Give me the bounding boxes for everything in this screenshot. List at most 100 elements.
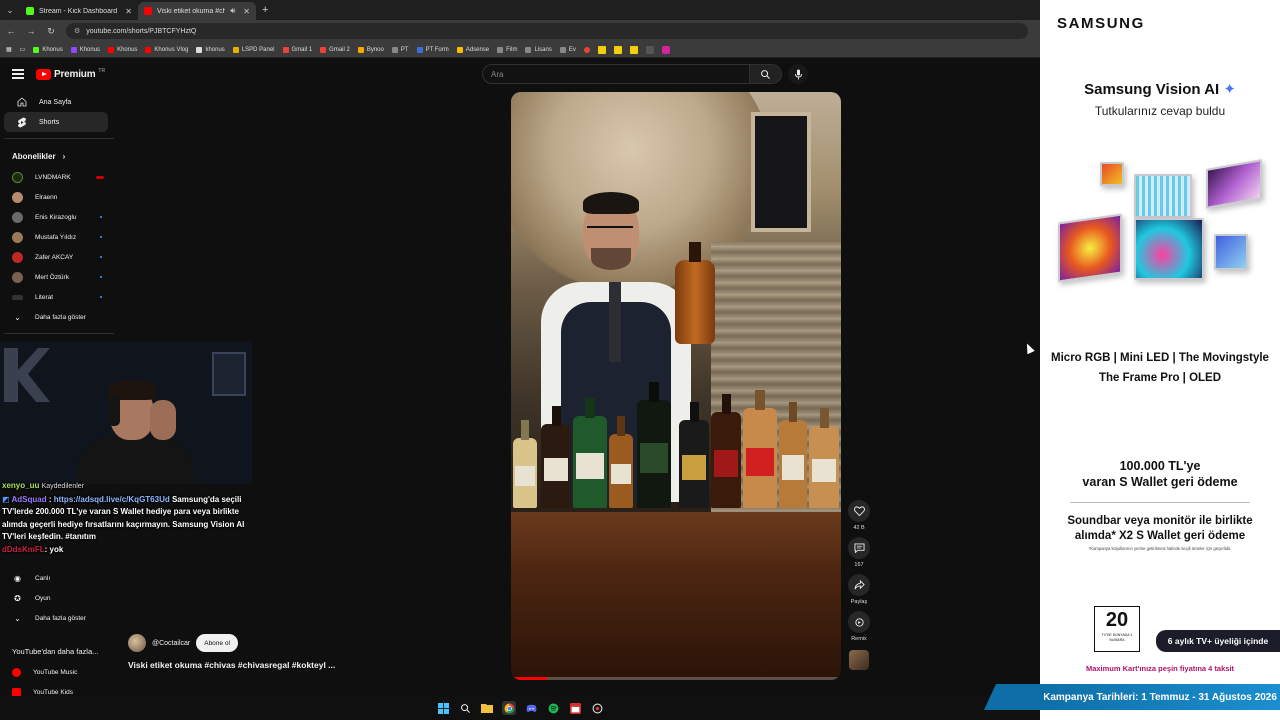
tab-youtube-short[interactable]: Viski etiket okuma #chivas 🔊︎ ✕ (138, 2, 256, 20)
address-bar-row: ← → ↻ ⚙ youtube.com/shorts/PJBTCFYHztQ (0, 20, 1040, 42)
discord-icon[interactable] (524, 701, 538, 715)
bookmark-s-icon[interactable] (597, 45, 606, 54)
bookmark-s-icon[interactable] (613, 45, 622, 54)
bookmark-item[interactable]: Gmail 1 (282, 46, 312, 53)
subscribe-button[interactable]: Abone ol (196, 634, 238, 652)
share-button[interactable] (848, 574, 870, 596)
close-tab-icon[interactable]: ✕ (243, 7, 250, 16)
subscription-item[interactable]: Literat (0, 287, 108, 307)
channel-avatar (12, 294, 23, 300)
bookmark-item[interactable]: Film (497, 46, 517, 53)
ad-offer2-line1: Soundbar veya monitör ile birlikte (1067, 515, 1253, 527)
divider (4, 333, 114, 334)
short-title[interactable]: Viski etiket okuma #chivas #chivasregal … (128, 660, 335, 670)
audio-thumbnail[interactable] (849, 650, 869, 670)
bookmark-item[interactable]: Ev (559, 46, 576, 53)
subscription-item[interactable]: Enis Kirazoglu (0, 207, 108, 227)
video-tie (609, 282, 621, 362)
close-tab-icon[interactable]: ✕ (125, 7, 132, 16)
tab-kick-dashboard[interactable]: Stream - Kick Dashboard ✕ (20, 2, 138, 20)
apps-icon[interactable]: ▦ (6, 46, 12, 53)
sidebar-item-games[interactable]: ✪ Oyun (0, 588, 108, 608)
bookmark-item[interactable]: LSPD Panel (232, 46, 275, 53)
bookmark-item[interactable]: Khonus Vlog (145, 46, 188, 53)
instagram-icon[interactable] (661, 45, 670, 54)
calendar-app-icon[interactable] (568, 701, 582, 715)
video-progress-bar[interactable] (511, 677, 841, 680)
subscription-item[interactable]: Mustafa Yıldız (0, 227, 108, 247)
bookmark-item[interactable]: Khonus (108, 46, 137, 53)
menu-icon[interactable] (12, 67, 24, 82)
microphone-icon (794, 69, 802, 79)
video-bottle (711, 412, 741, 508)
chat-text: : yok (44, 544, 64, 554)
youtube-premium-logo[interactable]: Premium TR (36, 68, 105, 80)
subscriptions-header[interactable]: Abonelikler › (0, 145, 118, 167)
bookmark-item[interactable]: Khonus (70, 46, 100, 53)
bookmark-film-icon[interactable] (645, 45, 654, 54)
search-button[interactable] (750, 64, 782, 84)
url-field[interactable]: ⚙ youtube.com/shorts/PJBTCFYHztQ (66, 23, 1028, 39)
bookmark-pin-icon[interactable] (583, 46, 590, 53)
site-info-icon[interactable]: ⚙ (74, 27, 80, 35)
bookmark-folder-icon[interactable]: ▭ (20, 46, 26, 53)
subscription-item[interactable]: Zafer AKCAY (0, 247, 108, 267)
chat-link[interactable]: https://adsqd.live/c/KqGT63Ud (54, 495, 170, 504)
chevron-down-icon: ⌄ (14, 312, 21, 322)
bookmark-item[interactable]: Gmail 2 (320, 46, 350, 53)
chrome-icon[interactable] (502, 701, 516, 715)
subscription-item[interactable]: LVNDMARK (0, 167, 108, 187)
sidebar-item-youtube-music[interactable]: YouTube Music (0, 662, 108, 682)
youtube-icon (144, 7, 152, 15)
chat-message: ◩ AdSquad : https://adsqd.live/c/KqGT63U… (2, 494, 245, 542)
new-tab-button[interactable]: + (262, 4, 268, 16)
bookmark-item[interactable]: Khonus (33, 46, 63, 53)
channel-name[interactable]: @Coctailcar (152, 640, 190, 647)
mouse-cursor-icon (1023, 341, 1035, 355)
sidebar-item-live[interactable]: ◉ Canlı (0, 568, 108, 588)
comment-button[interactable] (848, 537, 870, 559)
subscription-item[interactable]: Elraenn (0, 187, 108, 207)
windows-taskbar (0, 696, 1040, 720)
spotify-icon[interactable] (546, 701, 560, 715)
tv-image (1134, 174, 1192, 218)
file-explorer-icon[interactable] (480, 701, 494, 715)
back-icon[interactable]: ← (6, 26, 16, 36)
subscription-item[interactable]: Mert Öztürk (0, 267, 108, 287)
bookmark-item[interactable]: Adsense (456, 46, 489, 53)
channel-avatar (12, 171, 23, 183)
remix-label: Remix (851, 636, 867, 642)
channel-avatar[interactable] (128, 634, 146, 652)
kick-icon (26, 7, 34, 15)
bookmark-item[interactable]: Bynoo (357, 46, 384, 53)
sidebar-item-home[interactable]: Ana Sayfa (4, 92, 108, 112)
streamer-hand (150, 400, 176, 440)
bookmark-item[interactable]: PT Form (416, 46, 449, 53)
windows-start-icon[interactable] (436, 701, 450, 715)
sidebar-item-shorts[interactable]: Shorts (4, 112, 108, 132)
like-button[interactable] (848, 500, 870, 522)
search-icon[interactable] (458, 701, 472, 715)
search-input[interactable] (482, 64, 750, 84)
bookmark-item[interactable]: PT (391, 46, 409, 53)
forward-icon[interactable]: → (26, 26, 36, 36)
voice-search-button[interactable] (788, 64, 808, 84)
badge-text: TV'DE DÜNYADA 1 NUMARA (1101, 633, 1133, 642)
shorts-video-player[interactable] (511, 92, 841, 680)
show-more-button[interactable]: ⌄ Daha fazla göster (0, 608, 108, 628)
url-text: youtube.com/shorts/PJBTCFYHztQ (86, 27, 197, 35)
bookmark-s-icon[interactable] (629, 45, 638, 54)
sidebar: Ana Sayfa Shorts Abonelikler › LVNDMARK … (0, 92, 118, 340)
samsung-ad-panel[interactable]: SAMSUNG Samsung Vision AI ✦ Tutkularınız… (1040, 0, 1280, 720)
bookmark-item[interactable]: Lisans (525, 46, 552, 53)
bookmark-item[interactable]: khonus (196, 46, 225, 53)
steam-app-icon[interactable] (590, 701, 604, 715)
speaker-icon[interactable]: 🔊︎ (230, 6, 235, 16)
show-more-button[interactable]: ⌄ Daha fazla göster (0, 307, 108, 327)
remix-button[interactable] (848, 611, 870, 633)
like-count: 42 B (853, 525, 865, 531)
tab-search-icon[interactable]: ⌄ (0, 0, 20, 20)
reload-icon[interactable]: ↻ (46, 26, 56, 37)
stream-chat-overlay: xenyo_uu Kaydedilenler ◩ AdSquad : https… (2, 480, 250, 556)
channel-avatar (12, 211, 23, 223)
